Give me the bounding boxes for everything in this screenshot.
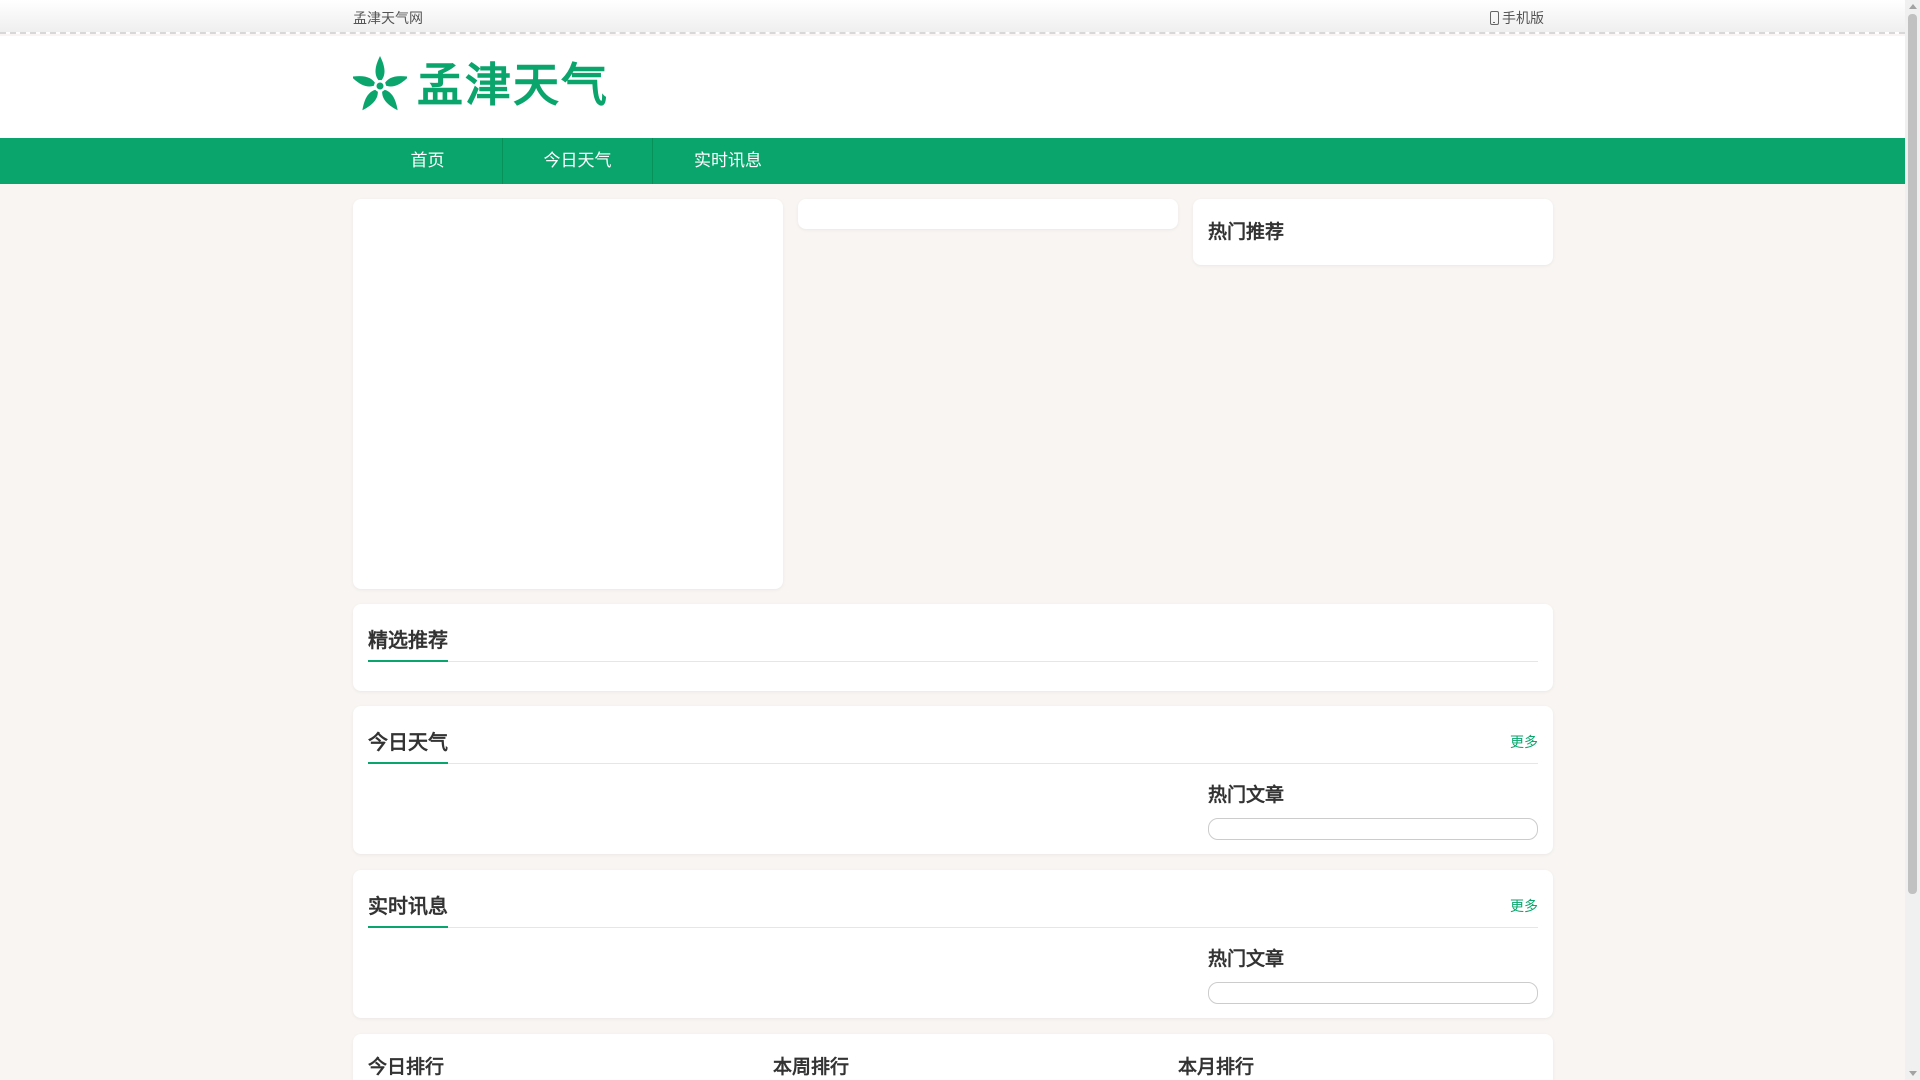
scroll-down-arrow-icon[interactable] [1909,1071,1917,1076]
phone-icon [1490,11,1499,25]
slider-card [353,199,783,589]
today-weather-header: 今日天气 更多 [368,726,1538,764]
today-weather-more-link[interactable]: 更多 [1510,732,1538,752]
featured-header: 精选推荐 [368,624,1538,662]
page-scrollbar[interactable] [1905,0,1920,1080]
realtime-news-more-link[interactable]: 更多 [1510,896,1538,916]
hot-recommend-card: 热门推荐 [1193,199,1553,265]
mobile-version-label: 手机版 [1502,10,1544,26]
nav-item-today-weather[interactable]: 今日天气 [503,138,653,184]
scroll-up-arrow-icon[interactable] [1909,4,1917,9]
realtime-news-title: 实时讯息 [368,890,448,928]
ranking-week-title: 本周排行 [773,1052,918,1080]
rankings-section: 今日排行 本周排行 本月排行 [353,1034,1553,1080]
scroll-thumb[interactable] [1908,14,1917,894]
ranking-month-title: 本月排行 [1178,1052,1323,1080]
headline-card [798,199,1178,229]
today-weather-hot-list [1208,818,1538,840]
realtime-news-section: 实时讯息 更多 热门文章 [353,870,1553,1018]
realtime-news-header: 实时讯息 更多 [368,890,1538,928]
mobile-version-link[interactable]: 手机版 [1490,8,1544,28]
today-weather-section: 今日天气 更多 热门文章 [353,706,1553,854]
header: 孟津天气 [0,36,1905,138]
nav-item-realtime-news[interactable]: 实时讯息 [653,138,803,184]
today-weather-title: 今日天气 [368,726,448,764]
logo-text: 孟津天气 [417,58,609,112]
today-weather-hot-title: 热门文章 [1208,785,1285,806]
ranking-today-title: 今日排行 [368,1052,513,1080]
main-nav: 首页 今日天气 实时讯息 [0,138,1905,184]
featured-title: 精选推荐 [368,624,448,662]
top-bar: 孟津天气网 手机版 [0,0,1905,34]
featured-section: 精选推荐 [353,604,1553,691]
star-flower-icon [353,56,407,111]
nav-item-home[interactable]: 首页 [353,138,503,184]
site-logo[interactable]: 孟津天气 [353,54,609,116]
realtime-news-hot-list [1208,982,1538,1004]
realtime-news-hot-title: 热门文章 [1208,949,1285,970]
site-name-link[interactable]: 孟津天气网 [353,8,423,28]
hot-recommend-title: 热门推荐 [1208,222,1285,243]
